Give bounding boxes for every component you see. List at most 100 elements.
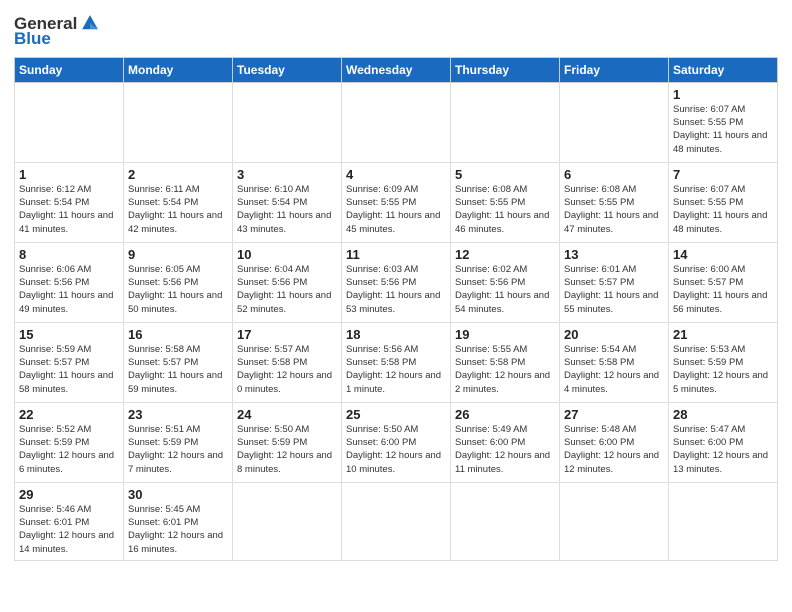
header: General Blue: [14, 10, 778, 49]
day-details: Sunrise: 5:56 AMSunset: 5:58 PMDaylight:…: [346, 343, 446, 396]
calendar-cell: 24Sunrise: 5:50 AMSunset: 5:59 PMDayligh…: [233, 402, 342, 482]
day-number: 12: [455, 247, 555, 262]
day-header-sunday: Sunday: [15, 57, 124, 82]
calendar-cell: 28Sunrise: 5:47 AMSunset: 6:00 PMDayligh…: [669, 402, 778, 482]
calendar-cell: [451, 82, 560, 162]
day-number: 8: [19, 247, 119, 262]
calendar-cell: 29Sunrise: 5:46 AMSunset: 6:01 PMDayligh…: [15, 482, 124, 560]
day-number: 6: [564, 167, 664, 182]
calendar-cell: [15, 82, 124, 162]
calendar-cell: 8Sunrise: 6:06 AMSunset: 5:56 PMDaylight…: [15, 242, 124, 322]
calendar-cell: 1Sunrise: 6:07 AMSunset: 5:55 PMDaylight…: [669, 82, 778, 162]
day-details: Sunrise: 5:45 AMSunset: 6:01 PMDaylight:…: [128, 503, 228, 556]
day-number: 30: [128, 487, 228, 502]
calendar-cell: [560, 482, 669, 560]
calendar-cell: 9Sunrise: 6:05 AMSunset: 5:56 PMDaylight…: [124, 242, 233, 322]
day-number: 10: [237, 247, 337, 262]
calendar-cell: 17Sunrise: 5:57 AMSunset: 5:58 PMDayligh…: [233, 322, 342, 402]
day-details: Sunrise: 6:12 AMSunset: 5:54 PMDaylight:…: [19, 183, 119, 236]
calendar-cell: 27Sunrise: 5:48 AMSunset: 6:00 PMDayligh…: [560, 402, 669, 482]
logo-icon: [79, 12, 101, 34]
calendar-cell: 19Sunrise: 5:55 AMSunset: 5:58 PMDayligh…: [451, 322, 560, 402]
calendar-cell: 25Sunrise: 5:50 AMSunset: 6:00 PMDayligh…: [342, 402, 451, 482]
day-details: Sunrise: 6:00 AMSunset: 5:57 PMDaylight:…: [673, 263, 773, 316]
day-details: Sunrise: 5:54 AMSunset: 5:58 PMDaylight:…: [564, 343, 664, 396]
day-details: Sunrise: 5:58 AMSunset: 5:57 PMDaylight:…: [128, 343, 228, 396]
calendar-cell: 21Sunrise: 5:53 AMSunset: 5:59 PMDayligh…: [669, 322, 778, 402]
calendar-cell: 4Sunrise: 6:09 AMSunset: 5:55 PMDaylight…: [342, 162, 451, 242]
day-number: 1: [19, 167, 119, 182]
day-number: 27: [564, 407, 664, 422]
day-header-monday: Monday: [124, 57, 233, 82]
calendar-cell: 23Sunrise: 5:51 AMSunset: 5:59 PMDayligh…: [124, 402, 233, 482]
day-number: 25: [346, 407, 446, 422]
day-details: Sunrise: 5:52 AMSunset: 5:59 PMDaylight:…: [19, 423, 119, 476]
calendar-week-row: 8Sunrise: 6:06 AMSunset: 5:56 PMDaylight…: [15, 242, 778, 322]
calendar-week-row: 15Sunrise: 5:59 AMSunset: 5:57 PMDayligh…: [15, 322, 778, 402]
day-number: 22: [19, 407, 119, 422]
calendar-cell: 30Sunrise: 5:45 AMSunset: 6:01 PMDayligh…: [124, 482, 233, 560]
day-number: 16: [128, 327, 228, 342]
day-number: 1: [673, 87, 773, 102]
day-number: 20: [564, 327, 664, 342]
calendar-cell: 20Sunrise: 5:54 AMSunset: 5:58 PMDayligh…: [560, 322, 669, 402]
calendar-cell: [451, 482, 560, 560]
calendar-cell: [124, 82, 233, 162]
day-number: 2: [128, 167, 228, 182]
calendar-cell: 3Sunrise: 6:10 AMSunset: 5:54 PMDaylight…: [233, 162, 342, 242]
day-details: Sunrise: 6:01 AMSunset: 5:57 PMDaylight:…: [564, 263, 664, 316]
day-number: 7: [673, 167, 773, 182]
day-details: Sunrise: 5:53 AMSunset: 5:59 PMDaylight:…: [673, 343, 773, 396]
calendar: SundayMondayTuesdayWednesdayThursdayFrid…: [14, 57, 778, 561]
calendar-cell: 16Sunrise: 5:58 AMSunset: 5:57 PMDayligh…: [124, 322, 233, 402]
calendar-cell: 14Sunrise: 6:00 AMSunset: 5:57 PMDayligh…: [669, 242, 778, 322]
calendar-week-row: 1Sunrise: 6:07 AMSunset: 5:55 PMDaylight…: [15, 82, 778, 162]
calendar-week-row: 22Sunrise: 5:52 AMSunset: 5:59 PMDayligh…: [15, 402, 778, 482]
day-details: Sunrise: 6:07 AMSunset: 5:55 PMDaylight:…: [673, 183, 773, 236]
day-number: 26: [455, 407, 555, 422]
calendar-cell: 11Sunrise: 6:03 AMSunset: 5:56 PMDayligh…: [342, 242, 451, 322]
day-number: 24: [237, 407, 337, 422]
calendar-cell: [560, 82, 669, 162]
day-details: Sunrise: 5:50 AMSunset: 5:59 PMDaylight:…: [237, 423, 337, 476]
day-header-friday: Friday: [560, 57, 669, 82]
day-details: Sunrise: 6:11 AMSunset: 5:54 PMDaylight:…: [128, 183, 228, 236]
day-number: 9: [128, 247, 228, 262]
day-number: 15: [19, 327, 119, 342]
day-details: Sunrise: 6:02 AMSunset: 5:56 PMDaylight:…: [455, 263, 555, 316]
day-details: Sunrise: 6:03 AMSunset: 5:56 PMDaylight:…: [346, 263, 446, 316]
day-number: 18: [346, 327, 446, 342]
day-details: Sunrise: 5:50 AMSunset: 6:00 PMDaylight:…: [346, 423, 446, 476]
day-details: Sunrise: 6:08 AMSunset: 5:55 PMDaylight:…: [564, 183, 664, 236]
day-header-thursday: Thursday: [451, 57, 560, 82]
calendar-cell: 22Sunrise: 5:52 AMSunset: 5:59 PMDayligh…: [15, 402, 124, 482]
day-details: Sunrise: 6:07 AMSunset: 5:55 PMDaylight:…: [673, 103, 773, 156]
day-details: Sunrise: 6:08 AMSunset: 5:55 PMDaylight:…: [455, 183, 555, 236]
calendar-cell: 2Sunrise: 6:11 AMSunset: 5:54 PMDaylight…: [124, 162, 233, 242]
day-number: 21: [673, 327, 773, 342]
logo: General Blue: [14, 14, 101, 49]
day-details: Sunrise: 5:51 AMSunset: 5:59 PMDaylight:…: [128, 423, 228, 476]
calendar-cell: 6Sunrise: 6:08 AMSunset: 5:55 PMDaylight…: [560, 162, 669, 242]
calendar-week-row: 1Sunrise: 6:12 AMSunset: 5:54 PMDaylight…: [15, 162, 778, 242]
day-header-wednesday: Wednesday: [342, 57, 451, 82]
day-details: Sunrise: 5:57 AMSunset: 5:58 PMDaylight:…: [237, 343, 337, 396]
calendar-cell: 12Sunrise: 6:02 AMSunset: 5:56 PMDayligh…: [451, 242, 560, 322]
calendar-cell: [342, 82, 451, 162]
day-header-tuesday: Tuesday: [233, 57, 342, 82]
day-details: Sunrise: 5:47 AMSunset: 6:00 PMDaylight:…: [673, 423, 773, 476]
day-details: Sunrise: 5:46 AMSunset: 6:01 PMDaylight:…: [19, 503, 119, 556]
day-number: 29: [19, 487, 119, 502]
day-details: Sunrise: 6:09 AMSunset: 5:55 PMDaylight:…: [346, 183, 446, 236]
calendar-cell: [342, 482, 451, 560]
calendar-cell: 7Sunrise: 6:07 AMSunset: 5:55 PMDaylight…: [669, 162, 778, 242]
calendar-cell: [233, 482, 342, 560]
day-number: 19: [455, 327, 555, 342]
day-details: Sunrise: 6:10 AMSunset: 5:54 PMDaylight:…: [237, 183, 337, 236]
calendar-cell: 10Sunrise: 6:04 AMSunset: 5:56 PMDayligh…: [233, 242, 342, 322]
page: General Blue SundayMondayTuesdayWednesda…: [0, 0, 792, 612]
day-details: Sunrise: 6:06 AMSunset: 5:56 PMDaylight:…: [19, 263, 119, 316]
calendar-cell: 13Sunrise: 6:01 AMSunset: 5:57 PMDayligh…: [560, 242, 669, 322]
calendar-cell: 26Sunrise: 5:49 AMSunset: 6:00 PMDayligh…: [451, 402, 560, 482]
day-details: Sunrise: 6:04 AMSunset: 5:56 PMDaylight:…: [237, 263, 337, 316]
